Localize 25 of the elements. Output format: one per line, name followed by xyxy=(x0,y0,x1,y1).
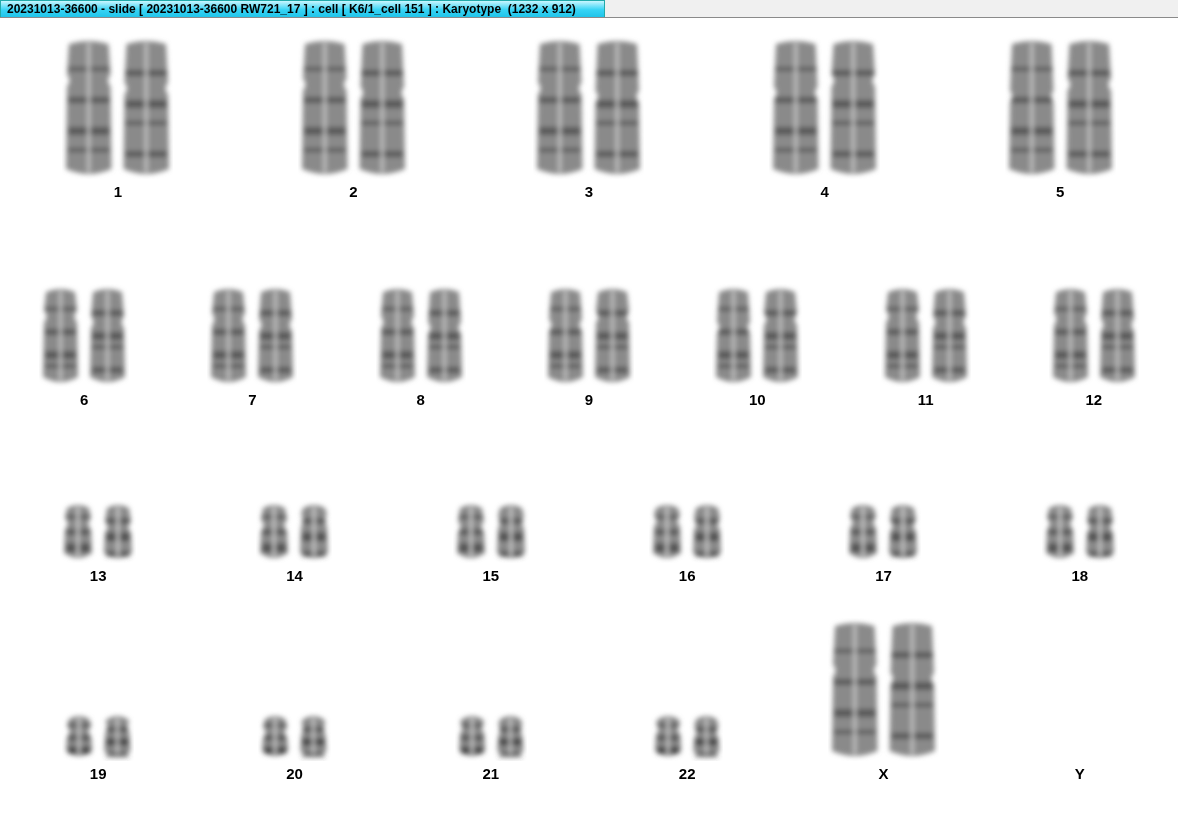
chromosome-label: 16 xyxy=(678,567,696,584)
chromosome-label: 9 xyxy=(584,391,594,408)
chromosome-label: 12 xyxy=(1085,391,1103,408)
chromosome-label: 10 xyxy=(748,391,766,408)
chromosome-label: 5 xyxy=(1056,183,1065,200)
chromosome-label: 19 xyxy=(89,765,107,782)
chromosome-label: 20 xyxy=(286,765,303,782)
chromosome-label: 3 xyxy=(584,183,594,200)
chromosome-label: 4 xyxy=(820,183,829,200)
chromosome-label: 7 xyxy=(248,391,257,408)
chromosome-label: 15 xyxy=(482,567,500,584)
chromosome-label: 18 xyxy=(1071,567,1089,584)
chromosome-label: 8 xyxy=(416,391,425,408)
chromosome-label: 1 xyxy=(113,183,122,200)
chromosome-label: 6 xyxy=(79,391,89,408)
chromosome-label: 14 xyxy=(286,567,303,584)
window-title: 20231013-36600 - slide [ 20231013-36600 RW721_17 ] : cell [ K6/1_cell 151 ] : Karyotype (1232 x 912) xyxy=(0,0,605,17)
chromosome-label: 17 xyxy=(875,567,892,584)
chromosome-label: Y xyxy=(1074,765,1085,782)
chromosome-label: 11 xyxy=(917,391,934,408)
chromosome-label: 13 xyxy=(89,567,107,584)
chromosome-label: 21 xyxy=(482,765,500,782)
chromosome-label: X xyxy=(878,765,889,782)
chromosome-label: 22 xyxy=(678,765,696,782)
chromosome-label: 2 xyxy=(349,183,358,200)
